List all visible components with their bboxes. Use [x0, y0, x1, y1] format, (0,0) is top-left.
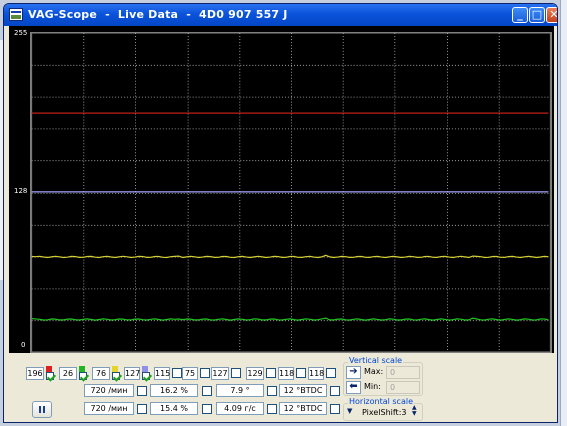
- channel-value: 127: [124, 367, 141, 380]
- vag-scope-window: VAG-Scope - Live Data - 4D0 907 557 J _ …: [3, 3, 558, 423]
- reading-timing-2-checkbox[interactable]: [330, 404, 340, 414]
- horizontal-scale-caption: Horizontal scale: [348, 397, 415, 406]
- reading-angle-1-checkbox[interactable]: [267, 386, 277, 396]
- control-panel: 196 26 76 127 115 75 127 129 118 118 720 /мин 16.…: [4, 354, 557, 422]
- reading-load-1-checkbox[interactable]: [202, 386, 212, 396]
- channel-value: 127: [211, 367, 229, 380]
- reading-rpm-2-checkbox[interactable]: [137, 404, 147, 414]
- horizontal-scale-value: PixelShift:3: [362, 408, 407, 417]
- app-icon: [9, 8, 23, 21]
- channel-value: 118: [278, 367, 295, 380]
- channel-value: 75: [182, 367, 198, 380]
- max-label: Max:: [364, 367, 384, 376]
- min-label: Min:: [364, 382, 381, 391]
- reading-airflow-2: 4.09 г/с: [216, 402, 264, 415]
- channel-checkbox[interactable]: [46, 372, 54, 380]
- vertical-scale-group: Vertical scale ➔ Max: 0 ⬅ Min: 0: [343, 356, 423, 396]
- channel-checkbox[interactable]: [79, 372, 87, 380]
- channel-value: 118: [308, 367, 325, 380]
- channel-checkbox[interactable]: [326, 368, 336, 378]
- reading-load-2-checkbox[interactable]: [202, 404, 212, 414]
- pause-button[interactable]: [32, 401, 52, 418]
- reading-airflow-2-checkbox[interactable]: [267, 404, 277, 414]
- channel-checkbox[interactable]: [266, 368, 276, 378]
- channel-value: 76: [92, 367, 110, 380]
- down-arrow-icon[interactable]: ▼: [347, 407, 352, 415]
- y-tick-max: 255: [14, 29, 28, 37]
- channel-checkbox[interactable]: [172, 368, 182, 378]
- scope-plot[interactable]: [30, 32, 552, 353]
- reading-load-2: 15.4 %: [150, 402, 198, 415]
- scope-area: 255 128 0: [9, 26, 554, 353]
- maximize-button[interactable]: □: [529, 7, 545, 23]
- min-input[interactable]: 0: [386, 381, 420, 394]
- spinner-icon[interactable]: ▲ ▼: [412, 405, 417, 417]
- reading-timing-1-checkbox[interactable]: [330, 386, 340, 396]
- channel-value: 26: [59, 367, 77, 380]
- window-title: VAG-Scope - Live Data - 4D0 907 557 J: [28, 8, 288, 21]
- reading-load-1: 16.2 %: [150, 384, 198, 397]
- y-tick-min: 0: [21, 341, 26, 349]
- max-input[interactable]: 0: [386, 366, 420, 379]
- channel-checkbox[interactable]: [142, 372, 150, 380]
- channel-checkbox[interactable]: [112, 372, 120, 380]
- y-tick-mid: 128: [14, 187, 28, 195]
- close-button[interactable]: ✕: [546, 7, 557, 23]
- reading-angle-1: 7.9 °: [216, 384, 264, 397]
- channel-checkbox[interactable]: [296, 368, 306, 378]
- channel-checkbox[interactable]: [200, 368, 210, 378]
- reading-rpm-2: 720 /мин: [84, 402, 134, 415]
- reading-rpm-1: 720 /мин: [84, 384, 134, 397]
- background-window-edge: [560, 0, 567, 426]
- minimize-button[interactable]: _: [512, 7, 528, 23]
- channel-value: 196: [26, 367, 44, 380]
- channel-value: 115: [154, 367, 171, 380]
- title-bar[interactable]: VAG-Scope - Live Data - 4D0 907 557 J _ …: [4, 4, 557, 26]
- channel-checkbox[interactable]: [231, 368, 241, 378]
- reading-timing-1: 12 °BTDC: [279, 384, 327, 397]
- scale-left-arrow-icon[interactable]: ⬅: [346, 381, 361, 394]
- scale-right-arrow-icon[interactable]: ➔: [346, 366, 361, 379]
- vertical-scale-caption: Vertical scale: [348, 356, 404, 365]
- horizontal-scale-group: Horizontal scale ▼ PixelShift:3 ▲ ▼: [343, 397, 423, 421]
- reading-timing-2: 12 °BTDC: [279, 402, 327, 415]
- reading-rpm-1-checkbox[interactable]: [137, 386, 147, 396]
- channel-value: 129: [246, 367, 264, 380]
